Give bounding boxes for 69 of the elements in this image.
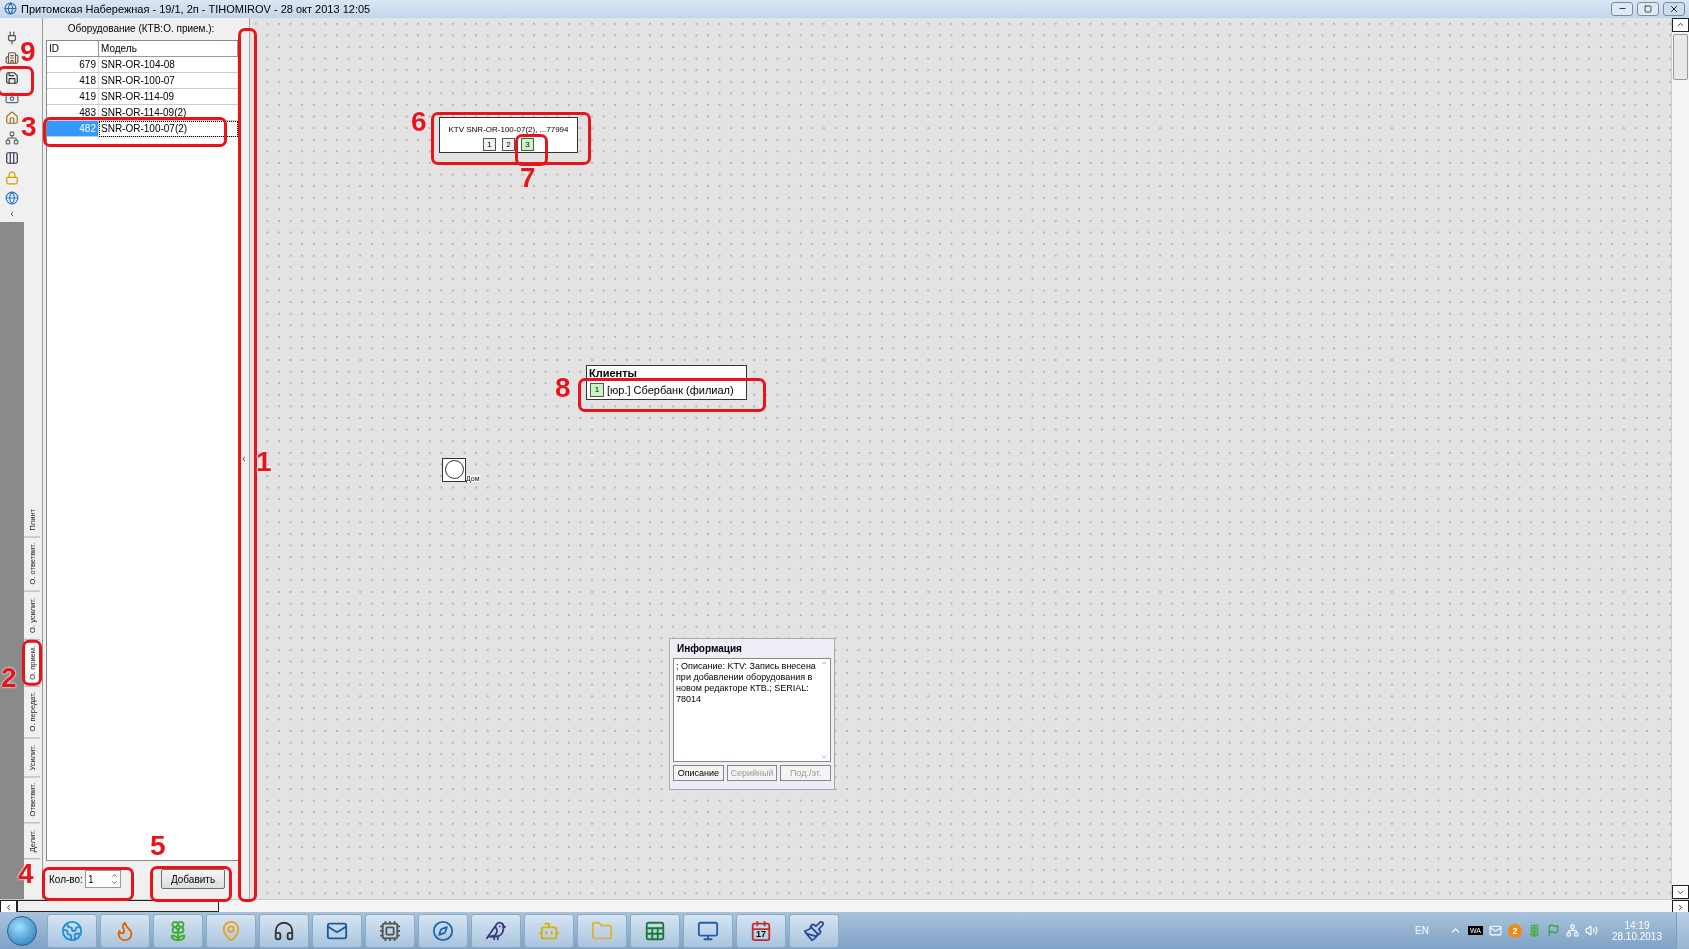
- device-node[interactable]: KTV SNR-OR-100-07(2), ...77994 1 2 3: [439, 117, 578, 153]
- taskbar-button[interactable]: [683, 913, 733, 948]
- brush-icon[interactable]: [803, 919, 825, 942]
- port[interactable]: 1: [483, 138, 496, 151]
- quantity-label: Кол-во:: [49, 873, 83, 885]
- splitter[interactable]: ‹: [239, 18, 249, 899]
- maximize-icon[interactable]: [1644, 5, 1652, 13]
- column-header[interactable]: ID: [47, 41, 99, 57]
- port[interactable]: 3: [521, 138, 534, 151]
- bird-icon[interactable]: [485, 919, 507, 942]
- taskbar-button[interactable]: [365, 913, 415, 948]
- add-button[interactable]: Добавить: [161, 869, 225, 889]
- taskbar-button[interactable]: [630, 913, 680, 948]
- horizontal-scrollbar[interactable]: [0, 899, 1689, 912]
- clients-title: Клиенты: [587, 366, 746, 381]
- spreadsheet-icon[interactable]: [644, 919, 666, 942]
- annotation-number: 9: [20, 38, 36, 66]
- model-cell[interactable]: SNR-OR-114-09(2): [99, 105, 238, 121]
- model-cell[interactable]: SNR-OR-104-08: [99, 57, 238, 73]
- client-number: 1: [590, 383, 604, 397]
- annotation-frame: [0, 66, 34, 96]
- taskbar-button[interactable]: [259, 913, 309, 948]
- scroll-thumb[interactable]: [1673, 34, 1688, 80]
- annotation-number: 4: [18, 860, 34, 888]
- close-icon[interactable]: [1669, 4, 1679, 14]
- taskbar-button[interactable]: [471, 913, 521, 948]
- model-cell[interactable]: SNR-OR-100-07: [99, 73, 238, 89]
- model-cell[interactable]: SNR-OR-100-07(2): [99, 121, 238, 137]
- monitor-icon[interactable]: [697, 919, 719, 942]
- id-cell[interactable]: 679: [47, 57, 99, 73]
- chip-icon[interactable]: [379, 919, 401, 942]
- model-cell[interactable]: SNR-OR-114-09: [99, 89, 238, 105]
- column-header[interactable]: Модель: [99, 41, 238, 57]
- info-title: Информация: [676, 642, 743, 656]
- annotation-number: 1: [256, 448, 272, 476]
- annotation-number: 2: [1, 664, 17, 692]
- taskbar-button[interactable]: 17: [736, 913, 786, 948]
- annotation-number: 6: [411, 108, 427, 136]
- calendar-icon[interactable]: [750, 919, 772, 942]
- house-node[interactable]: [442, 458, 466, 482]
- globe-icon[interactable]: [61, 919, 83, 942]
- quantity-spinner[interactable]: 1: [84, 870, 121, 888]
- headset-icon[interactable]: [273, 919, 295, 942]
- app-icon: [4, 2, 17, 16]
- info-text: ; Описание: KTV: Запись внесена при добавлении оборудования в новом редакторе КТВ.; SERIAL: 78014: [675, 660, 817, 706]
- taskbar-button[interactable]: [789, 913, 839, 948]
- annotation-number: 7: [520, 164, 536, 192]
- id-cell[interactable]: 483: [47, 105, 99, 121]
- id-cell[interactable]: 418: [47, 73, 99, 89]
- vertical-scrollbar[interactable]: [1671, 18, 1689, 899]
- info-tab[interactable]: Описание: [673, 765, 724, 781]
- panel-title: Оборудование (КТВ:О. прием.):: [66, 22, 216, 36]
- device-label: KTV SNR-OR-100-07(2), ...77994: [448, 125, 569, 135]
- close-button[interactable]: [1663, 2, 1685, 16]
- client-name[interactable]: [юр.] Сбербанк (филиал): [607, 384, 734, 396]
- annotation-frame: [22, 639, 42, 686]
- taskbar-button[interactable]: [418, 913, 468, 948]
- window-title: Притомская Набережная - 19/1, 2п - TIHOMIROV - 28 окт 2013 12:05: [21, 3, 372, 15]
- annotation-number: 3: [21, 113, 37, 141]
- compass-icon[interactable]: [432, 919, 454, 942]
- port[interactable]: 2: [502, 138, 515, 151]
- scroll-down-button[interactable]: [1672, 885, 1689, 899]
- annotation-number: 8: [555, 374, 571, 402]
- annotation-number: 5: [150, 832, 166, 860]
- scroll-left-icon[interactable]: [4, 902, 13, 912]
- taskbar-button[interactable]: [312, 913, 362, 948]
- collapse-icon[interactable]: [8, 210, 16, 218]
- scroll-right-icon[interactable]: [1676, 902, 1685, 912]
- id-cell[interactable]: 419: [47, 89, 99, 105]
